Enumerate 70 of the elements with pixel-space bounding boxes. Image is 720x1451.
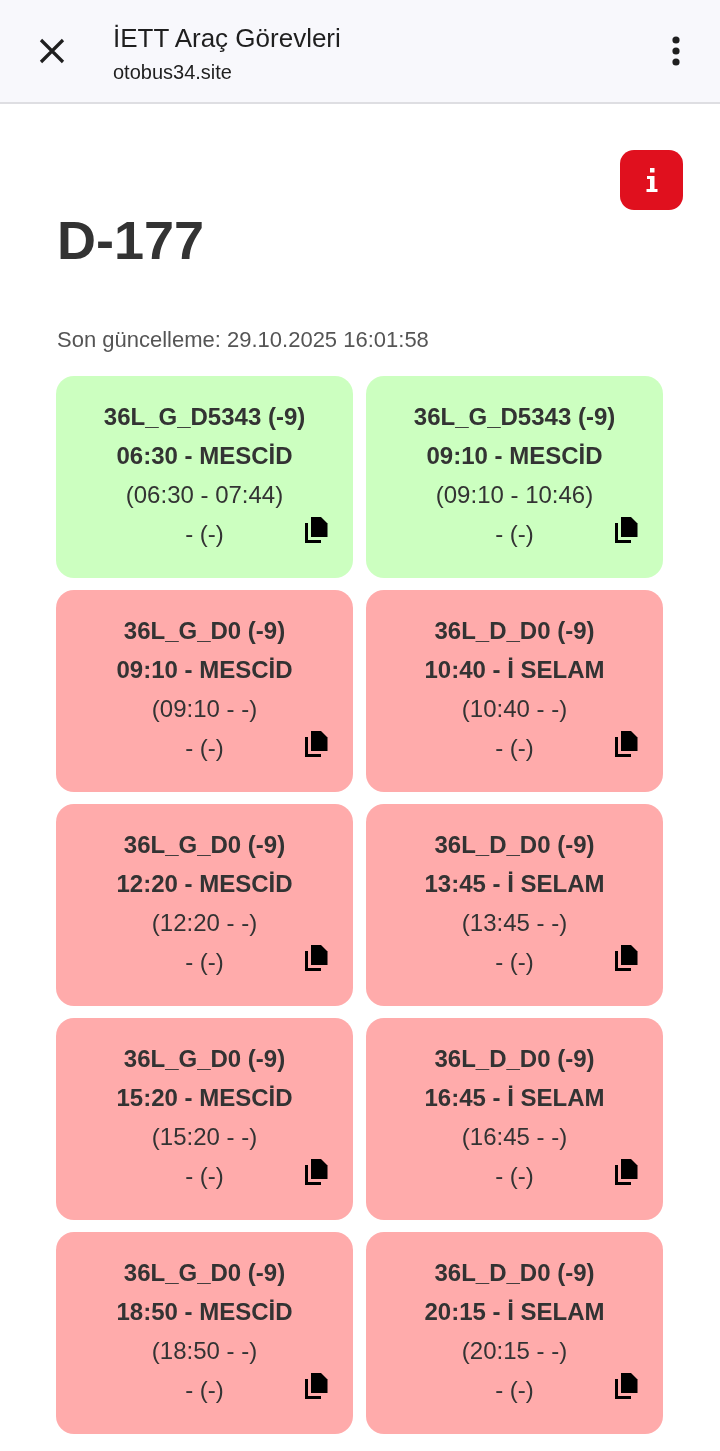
copy-button[interactable] xyxy=(305,730,328,757)
trip-code: 36L_D_D0 (-9) xyxy=(434,1044,595,1074)
time-range-text: (20:15 - -) xyxy=(461,1336,568,1366)
close-icon xyxy=(39,38,65,64)
time-range-text: (12:20 - -) xyxy=(151,908,258,938)
trip-code: 36L_D_D0 (-9) xyxy=(434,830,595,860)
trip-note: - (-) xyxy=(495,519,534,549)
site-url: otobus34.site xyxy=(113,60,232,84)
more-menu-icon xyxy=(672,36,680,66)
trip-note: - (-) xyxy=(185,947,224,977)
departure-text: 16:45 - İ SELAM xyxy=(424,1083,605,1113)
trip-code: 36L_G_D0 (-9) xyxy=(123,616,286,646)
last-updated-text: Son güncelleme: 29.10.2025 16:01:58 xyxy=(57,326,429,354)
trip-code: 36L_G_D5343 (-9) xyxy=(413,402,616,432)
copy-button[interactable] xyxy=(305,516,328,543)
copy-icon xyxy=(305,1158,328,1185)
departure-text: 06:30 - MESCİD xyxy=(116,441,293,471)
info-icon xyxy=(645,168,658,192)
info-button[interactable] xyxy=(620,150,683,210)
trip-note: - (-) xyxy=(185,519,224,549)
time-range-text: (18:50 - -) xyxy=(151,1336,258,1366)
departure-text: 13:45 - İ SELAM xyxy=(424,869,605,899)
close-button[interactable] xyxy=(39,38,65,64)
time-range-text: (06:30 - 07:44) xyxy=(125,480,284,510)
time-range-text: (16:45 - -) xyxy=(461,1122,568,1152)
time-range-text: (13:45 - -) xyxy=(461,908,568,938)
copy-icon xyxy=(305,516,328,543)
copy-button[interactable] xyxy=(615,730,638,757)
departure-text: 12:20 - MESCİD xyxy=(116,869,293,899)
departure-text: 09:10 - MESCİD xyxy=(426,441,603,471)
vehicle-title: D-177 xyxy=(57,213,205,267)
copy-icon xyxy=(615,516,638,543)
copy-icon xyxy=(615,1158,638,1185)
copy-button[interactable] xyxy=(305,944,328,971)
page-title: İETT Araç Görevleri xyxy=(113,22,341,54)
trip-note: - (-) xyxy=(185,1161,224,1191)
trip-code: 36L_G_D0 (-9) xyxy=(123,830,286,860)
departure-text: 15:20 - MESCİD xyxy=(116,1083,293,1113)
departure-text: 10:40 - İ SELAM xyxy=(424,655,605,685)
trip-note: - (-) xyxy=(495,733,534,763)
departure-text: 09:10 - MESCİD xyxy=(116,655,293,685)
time-range-text: (09:10 - 10:46) xyxy=(435,480,594,510)
copy-icon xyxy=(305,730,328,757)
time-range-text: (10:40 - -) xyxy=(461,694,568,724)
trip-code: 36L_D_D0 (-9) xyxy=(434,1258,595,1288)
copy-icon xyxy=(305,944,328,971)
trip-note: - (-) xyxy=(495,947,534,977)
copy-icon xyxy=(305,1372,328,1399)
trip-code: 36L_G_D0 (-9) xyxy=(123,1258,286,1288)
copy-button[interactable] xyxy=(615,516,638,543)
time-range-text: (15:20 - -) xyxy=(151,1122,258,1152)
trip-note: - (-) xyxy=(495,1161,534,1191)
copy-button[interactable] xyxy=(615,1158,638,1185)
menu-button[interactable] xyxy=(672,36,680,66)
copy-icon xyxy=(615,944,638,971)
trip-code: 36L_D_D0 (-9) xyxy=(434,616,595,646)
copy-icon xyxy=(615,1372,638,1399)
trip-note: - (-) xyxy=(495,1375,534,1405)
trip-code: 36L_G_D0 (-9) xyxy=(123,1044,286,1074)
copy-button[interactable] xyxy=(305,1372,328,1399)
copy-button[interactable] xyxy=(615,944,638,971)
departure-text: 18:50 - MESCİD xyxy=(116,1297,293,1327)
copy-button[interactable] xyxy=(305,1158,328,1185)
trip-code: 36L_G_D5343 (-9) xyxy=(103,402,306,432)
copy-button[interactable] xyxy=(615,1372,638,1399)
trip-note: - (-) xyxy=(185,733,224,763)
departure-text: 20:15 - İ SELAM xyxy=(424,1297,605,1327)
time-range-text: (09:10 - -) xyxy=(151,694,258,724)
trip-note: - (-) xyxy=(185,1375,224,1405)
copy-icon xyxy=(615,730,638,757)
